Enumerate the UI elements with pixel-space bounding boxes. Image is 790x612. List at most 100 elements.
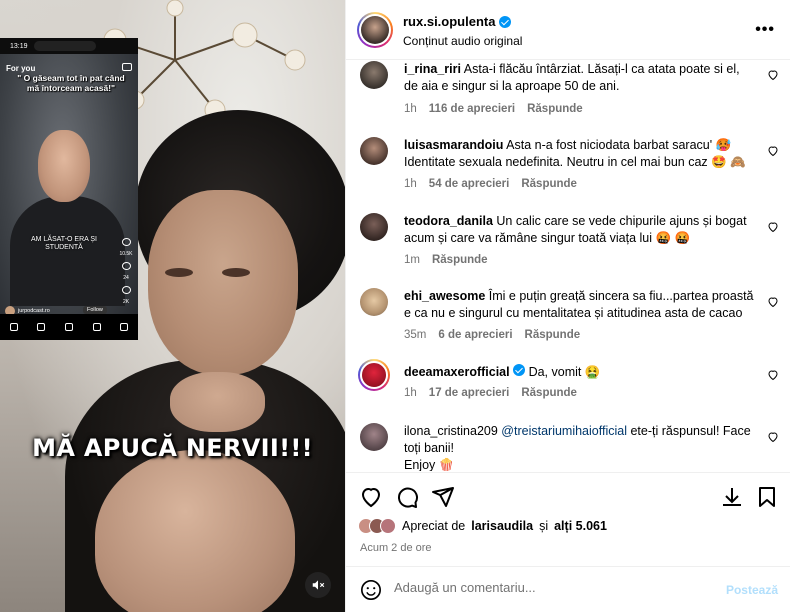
post-actions [346,472,790,512]
add-comment-bar: Postează [346,566,790,612]
comment-body: Da, vomit 🤮 [528,365,601,379]
post-timestamp[interactable]: Acum 2 de ore [360,542,432,554]
person-hand [170,372,265,432]
comment-meta: 1h 54 de aprecieri Răspunde [404,178,577,190]
comment-meta: 35m 6 de aprecieri Răspunde [404,329,580,341]
heart-icon[interactable] [767,69,779,81]
phone-man-head [38,130,90,202]
likes-summary: Apreciat de larisaudila și alți 5.061 [358,518,607,534]
phone-overlay-caption: AM LĂSAT-O ERA ȘI STUDENTĂ [30,236,97,251]
more-options-button[interactable]: ••• [755,21,775,39]
post-side-panel: rux.si.opulenta Conținut audio original … [345,0,790,612]
comment-meta: 1m Răspunde [404,254,488,266]
like-heart-icon[interactable] [359,485,383,509]
reply-button[interactable]: Răspunde [521,387,577,399]
comment-time[interactable]: 1h [404,178,417,190]
phone-inbox-icon [92,323,101,331]
author-avatar[interactable] [357,12,393,48]
phone-search-icon [37,323,46,331]
comment-avatar[interactable] [360,288,388,316]
comment-text: luisasmarandoiu Asta n-a fost niciodata … [404,137,754,171]
heart-icon[interactable] [767,431,779,443]
comment-username[interactable]: ehi_awesome [404,289,485,303]
emoji-icon[interactable] [360,579,382,601]
comment-username[interactable]: luisasmarandoiu [404,138,503,152]
comment-time[interactable]: 35m [404,329,426,341]
comment-username[interactable]: teodora_danila [404,214,493,228]
post-header: rux.si.opulenta Conținut audio original … [346,0,790,60]
phone-time: 13:19 [10,42,28,50]
heart-icon[interactable] [767,221,779,233]
comment-username[interactable]: deeamaxerofficial [404,365,510,379]
author-username[interactable]: rux.si.opulenta [403,14,495,29]
comment-likes[interactable]: 6 de aprecieri [438,329,512,341]
phone-profile-icon [120,323,129,331]
comment-username[interactable]: ilona_cristina209 [404,424,498,438]
author-username-row[interactable]: rux.si.opulenta [403,14,512,29]
comment-body-line2: Enjoy 🍿 [404,458,455,471]
comment-likes[interactable]: 116 de aprecieri [429,103,515,115]
person-eye-right [222,268,250,277]
comments-list: i_rina_riri Asta-i flăcău întârziat. Lăs… [346,61,790,471]
comment-avatar[interactable] [360,61,388,89]
mute-button[interactable] [305,572,331,598]
person-knee [95,450,295,612]
reply-button[interactable]: Răspunde [521,178,577,190]
person-face [148,190,298,375]
comment-input[interactable] [394,580,714,595]
person-eye-left [165,268,193,277]
comment-text: ehi_awesome Îmi e puțin greață sincera s… [404,288,754,322]
verified-badge-icon [499,15,512,28]
likes-others[interactable]: alți 5.061 [554,519,607,533]
phone-status-bar: 13:19 [0,38,138,54]
share-send-icon[interactable] [431,485,455,509]
likes-mid: și [539,519,549,533]
likes-prefix: Apreciat de [402,519,466,533]
heart-icon[interactable] [767,145,779,157]
comment-time[interactable]: 1h [404,103,417,115]
download-icon[interactable] [720,485,744,509]
phone-bottom-nav [0,314,138,340]
save-bookmark-icon[interactable] [755,485,779,509]
heart-icon[interactable] [767,369,779,381]
comment-mention[interactable]: @treistariumihaiofficial [501,424,627,438]
muted-speaker-icon [312,580,325,590]
comment-bubble-icon[interactable] [395,485,419,509]
phone-share-count: 2K [122,299,130,305]
phone-home-icon [9,323,18,331]
reply-button[interactable]: Răspunde [527,103,583,115]
phone-overlay-quote: " O găseam tot în pat când mă întorceam … [17,73,125,93]
phone-camera-icon [122,63,132,71]
comment-time[interactable]: 1m [404,254,420,266]
reply-button[interactable]: Răspunde [432,254,488,266]
phone-dynamic-island [34,41,96,51]
comment-username[interactable]: i_rina_riri [404,62,461,76]
heart-icon[interactable] [767,296,779,308]
phone-comment-count: 24 [123,275,129,281]
phone-share-icon [121,286,131,294]
phone-like-icon [121,238,131,246]
comment-text: ilona_cristina209 @treistariumihaioffici… [404,423,754,471]
post-comment-button[interactable]: Postează [726,583,778,597]
likers-avatars[interactable] [358,518,396,534]
phone-add-icon [64,323,73,331]
comment-text: i_rina_riri Asta-i flăcău întârziat. Lăs… [404,61,754,95]
phone-tab-for-you: For you [6,64,36,73]
verified-badge-icon [513,364,526,376]
audio-label[interactable]: Conținut audio original [403,34,522,48]
comment-meta: 1h 116 de aprecieri Răspunde [404,103,583,115]
comment-avatar[interactable] [360,213,388,241]
likes-user[interactable]: larisaudila [471,519,533,533]
comment-likes[interactable]: 54 de aprecieri [429,178,510,190]
comment-meta: 1h 17 de aprecieri Răspunde [404,387,577,399]
comment-avatar[interactable] [360,137,388,165]
post-media[interactable]: 13:19 For you " O găseam tot în pat când… [0,0,345,612]
phone-action-rail: 10.5K 24 2K [117,238,135,305]
comment-avatar[interactable] [360,423,388,451]
comment-time[interactable]: 1h [404,387,417,399]
comment-avatar[interactable] [358,359,390,391]
comment-text: deeamaxerofficial Da, vomit 🤮 [404,364,754,381]
reply-button[interactable]: Răspunde [525,329,581,341]
comment-likes[interactable]: 17 de aprecieri [429,387,510,399]
comment-text: teodora_danila Un calic care se vede chi… [404,213,754,247]
